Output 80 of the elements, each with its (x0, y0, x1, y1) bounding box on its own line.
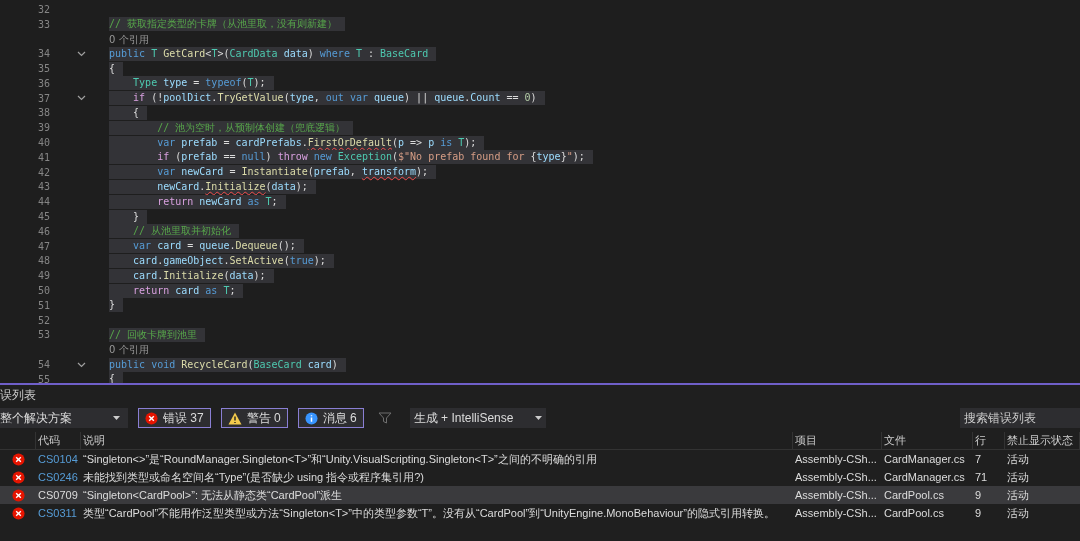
line-number: 51 (36, 298, 51, 313)
error-row[interactable]: CS0104 “Singleton<>”是“RoundManager.Singleton<T>”和“Unity.VisualScripting.Singleton<T>”之间的不明确的引用 Assembly-CSh... CardManager.cs 7 活动 (0, 450, 1080, 468)
project-name: Assembly-CSh... (794, 451, 878, 467)
line-number: 53 (36, 328, 51, 343)
line-number: 50 (36, 284, 51, 299)
column-header[interactable]: 说明 (81, 432, 793, 449)
line-number: 71 (974, 469, 989, 485)
column-header[interactable]: 禁止显示状态 (1005, 432, 1080, 449)
caret-icon (113, 416, 120, 420)
line-number: 7 (974, 451, 983, 467)
project-name: Assembly-CSh... (794, 487, 878, 503)
error-icon (11, 452, 25, 466)
error-row[interactable]: CS0311 类型“CardPool”不能用作泛型类型或方法“Singleton<T>”中的类型参数“T”。没有从“CardPool”到“UnityEngine.MonoBehaviour”的隐式引用转换。 Assembly-CSh... CardPool.cs 9 活动 (0, 504, 1080, 522)
line-number: 35 (36, 62, 51, 77)
suppression-state: 活动 (1006, 451, 1030, 467)
error-code[interactable]: CS0246 (36, 468, 81, 486)
column-header[interactable]: 代码 (36, 432, 81, 449)
file-name: CardManager.cs (883, 469, 966, 485)
filter-icon[interactable] (377, 411, 392, 425)
line-number: 44 (36, 195, 51, 210)
warning-icon (227, 411, 242, 425)
error-code[interactable]: CS0709 (36, 486, 81, 504)
error-description: “Singleton<>”是“RoundManager.Singleton<T>”和“Unity.VisualScripting.Singleton<T>”之间的不明确的引用 (82, 452, 598, 466)
line-number: 41 (36, 150, 51, 165)
suppression-state: 活动 (1006, 505, 1030, 521)
line-number: 48 (36, 254, 51, 269)
line-number: 45 (36, 210, 51, 225)
line-number: 49 (36, 269, 51, 284)
line-number: 38 (36, 106, 51, 121)
error-description: “Singleton<CardPool>”: 无法从静态类“CardPool”派生 (82, 488, 344, 502)
line-number: 9 (974, 505, 983, 521)
project-name: Assembly-CSh... (794, 469, 878, 485)
line-number: 52 (36, 313, 51, 328)
filter-toggle[interactable]: 消息 6 (297, 408, 364, 428)
collapse-chevron-icon[interactable] (77, 50, 86, 57)
column-header[interactable]: 项目 (793, 432, 882, 449)
filter-toggle[interactable]: 错误 37 (138, 408, 211, 428)
scope-dropdown[interactable]: 整个解决方案 (0, 408, 128, 428)
column-header[interactable]: 文件 (882, 432, 973, 449)
error-description: 未能找到类型或命名空间名“Type”(是否缺少 using 指令或程序集引用?) (82, 470, 426, 484)
line-number: 43 (36, 180, 51, 195)
column-header[interactable]: 行 (973, 432, 1005, 449)
suppression-state: 活动 (1006, 469, 1030, 485)
filter-toggle[interactable]: 警告 0 (220, 408, 288, 428)
project-name: Assembly-CSh... (794, 505, 878, 521)
error-row[interactable]: CS0246 未能找到类型或命名空间名“Type”(是否缺少 using 指令或程序集引用?) Assembly-CSh... CardManager.cs 71 活动 (0, 468, 1080, 486)
error-code[interactable]: CS0311 (36, 504, 81, 522)
line-number: 9 (974, 487, 983, 503)
reference-count[interactable]: 0 个引用 (109, 31, 149, 47)
file-name: CardPool.cs (883, 505, 945, 521)
file-name: CardManager.cs (883, 451, 966, 467)
line-number: 36 (36, 76, 51, 91)
error-row[interactable]: CS0709 “Singleton<CardPool>”: 无法从静态类“CardPool”派生 Assembly-CSh... CardPool.cs 9 活动 (0, 486, 1080, 504)
suppression-state: 活动 (1006, 487, 1030, 503)
source-dropdown[interactable]: 生成 + IntelliSense (409, 408, 546, 428)
collapse-chevron-icon[interactable] (77, 361, 86, 368)
line-number: 32 (36, 2, 51, 17)
collapse-chevron-icon[interactable] (77, 95, 86, 102)
line-number: 46 (36, 224, 51, 239)
error-icon (11, 488, 25, 502)
line-number: 37 (36, 91, 51, 106)
line-number: 34 (36, 47, 51, 62)
info-icon (304, 411, 318, 425)
file-name: CardPool.cs (883, 487, 945, 503)
line-number: 42 (36, 165, 51, 180)
line-number: 47 (36, 239, 51, 254)
line-number: 33 (36, 17, 51, 32)
line-number: 54 (36, 358, 51, 373)
caret-icon (534, 416, 542, 420)
line-number: 39 (36, 121, 51, 136)
line-number: 55 (36, 372, 51, 383)
error-icon (11, 470, 25, 484)
error-icon (145, 411, 158, 425)
search-field[interactable]: 搜索错误列表 (960, 408, 1080, 428)
line-number: 40 (36, 136, 51, 151)
error-description: 类型“CardPool”不能用作泛型类型或方法“Singleton<T>”中的类型参数“T”。没有从“CardPool”到“UnityEngine.MonoBehaviour”的隐式引用转换。 (82, 506, 776, 520)
error-code[interactable]: CS0104 (36, 450, 81, 468)
reference-count[interactable]: 0 个引用 (109, 342, 149, 358)
error-icon (11, 506, 25, 520)
panel-title: 误列表 (0, 387, 36, 404)
